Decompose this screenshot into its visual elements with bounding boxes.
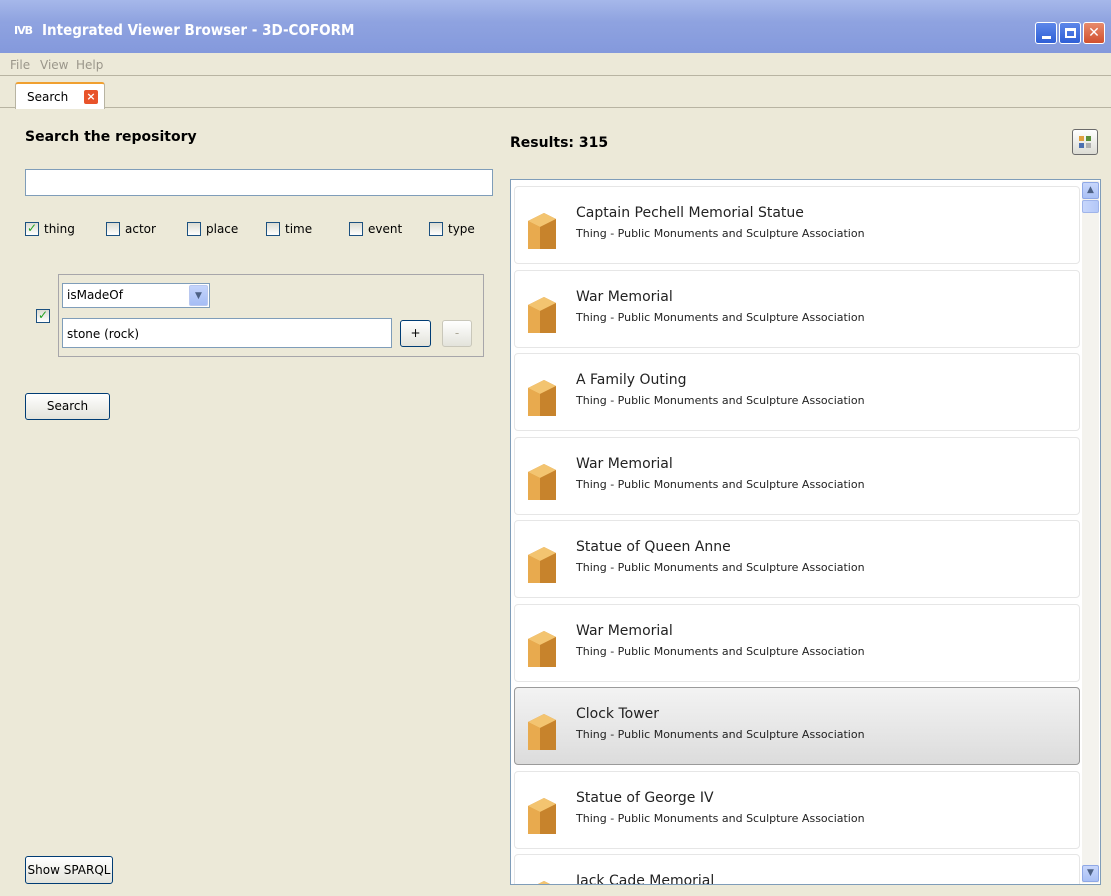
result-item[interactable]: War Memorial Thing - Public Monuments and… <box>514 269 1080 348</box>
time-label: time <box>285 222 313 236</box>
result-title: Captain Pechell Memorial Statue <box>576 205 804 221</box>
place-checkbox[interactable] <box>187 222 201 236</box>
result-item[interactable]: Jack Cade Memorial <box>514 854 1080 885</box>
type-checkbox[interactable] <box>429 222 443 236</box>
result-item[interactable]: Statue of Queen Anne Thing - Public Monum… <box>514 520 1080 598</box>
title-bar[interactable]: IVB Integrated Viewer Browser - 3D-COFOR… <box>0 0 1111 53</box>
cube-icon <box>528 714 556 750</box>
tab-search-label: Search <box>27 90 69 104</box>
cube-icon <box>528 630 556 667</box>
view-toggle-button[interactable] <box>1072 129 1098 155</box>
thing-label: thing <box>44 222 75 236</box>
result-title: War Memorial <box>576 622 673 639</box>
app-window: IVB Integrated Viewer Browser - 3D-COFOR… <box>0 0 1111 896</box>
maximize-icon <box>1064 28 1076 38</box>
result-title: Jack Cade Memorial <box>576 873 715 885</box>
result-title: Statue of George IV <box>576 789 714 806</box>
results-list[interactable]: Jack Cade Memorial Statue of George IV Thi… <box>510 179 1101 885</box>
time-checkbox[interactable] <box>266 222 280 236</box>
search-input[interactable] <box>25 169 493 196</box>
result-title: Statue of Queen Anne <box>576 539 731 555</box>
results-count: Results: 315 <box>510 135 609 151</box>
search-button[interactable]: Search <box>25 393 110 420</box>
menu-help[interactable]: Help <box>76 58 103 72</box>
cube-icon <box>528 380 556 416</box>
event-label: event <box>368 222 403 236</box>
result-item[interactable]: Clock Tower Thing - Public Monuments and … <box>514 687 1080 765</box>
result-subtitle: Thing - Public Monuments and Sculpture A… <box>576 811 865 825</box>
result-item[interactable]: A Family Outing Thing - Public Monuments … <box>514 353 1080 431</box>
thing-checkbox[interactable] <box>25 221 39 236</box>
condition-value-input[interactable]: stone (rock) <box>62 318 392 348</box>
condition-value-text: stone (rock) <box>67 327 140 341</box>
cube-icon <box>528 547 556 583</box>
place-label: place <box>206 222 239 236</box>
result-item[interactable]: War Memorial Thing - Public Monuments and… <box>514 603 1080 682</box>
result-subtitle: Thing - Public Monuments and Sculpture A… <box>576 394 865 407</box>
cube-icon <box>528 797 556 834</box>
cube-icon <box>528 463 556 500</box>
close-icon: ✕ <box>1088 25 1100 41</box>
window-title: Integrated Viewer Browser - 3D-COFORM <box>42 21 355 39</box>
type-label: type <box>448 222 475 236</box>
result-item[interactable]: War Memorial Thing - Public Monuments and… <box>514 436 1080 515</box>
chevron-down-icon[interactable]: ▼ <box>189 285 208 306</box>
result-item[interactable]: Statue of George IV Thing - Public Monume… <box>514 770 1080 849</box>
menu-file[interactable]: File <box>10 58 30 72</box>
tab-search[interactable]: Search × <box>15 82 105 109</box>
result-subtitle: Thing - Public Monuments and Sculpture A… <box>576 227 865 240</box>
show-sparql-button[interactable]: Show SPARQL <box>25 856 113 884</box>
result-title: War Memorial <box>576 288 673 305</box>
menu-bar: File View Help <box>0 53 1111 76</box>
result-subtitle: Thing - Public Monuments and Sculpture A… <box>576 644 865 658</box>
tab-close-icon[interactable]: × <box>84 90 98 104</box>
result-title: Clock Tower <box>576 706 660 722</box>
cube-icon <box>538 881 550 884</box>
search-heading: Search the repository <box>25 129 197 145</box>
property-select[interactable]: isMadeOf ▼ <box>62 283 210 308</box>
result-subtitle: Thing - Public Monuments and Sculpture A… <box>576 310 865 324</box>
actor-checkbox[interactable] <box>106 222 120 236</box>
result-title: War Memorial <box>576 455 673 472</box>
results-scrollbar[interactable]: ▲ ▼ <box>1082 181 1099 883</box>
actor-label: actor <box>125 222 156 236</box>
close-window-button[interactable]: ✕ <box>1083 22 1105 44</box>
maximize-button[interactable] <box>1059 22 1081 44</box>
result-subtitle: Thing - Public Monuments and Sculpture A… <box>576 728 865 741</box>
cube-icon <box>528 213 556 249</box>
result-item[interactable]: Captain Pechell Memorial Statue Thing - P… <box>514 186 1080 264</box>
property-select-value: isMadeOf <box>67 288 123 302</box>
add-condition-button[interactable]: + <box>400 320 431 347</box>
result-subtitle: Thing - Public Monuments and Sculpture A… <box>576 561 865 574</box>
result-subtitle: Thing - Public Monuments and Sculpture A… <box>576 477 865 491</box>
tab-strip: Search × <box>0 77 1111 109</box>
menu-view[interactable]: View <box>40 58 68 72</box>
condition-enabled-checkbox[interactable] <box>36 308 50 323</box>
minimize-icon <box>1041 35 1051 39</box>
remove-condition-button[interactable]: - <box>442 320 472 347</box>
cube-icon <box>528 296 556 333</box>
minimize-button[interactable] <box>1035 22 1057 44</box>
event-checkbox[interactable] <box>349 222 363 236</box>
scroll-down-icon[interactable]: ▼ <box>1082 865 1099 882</box>
scroll-up-icon[interactable]: ▲ <box>1082 182 1099 199</box>
result-title: A Family Outing <box>576 372 687 388</box>
app-logo-icon: IVB <box>14 24 33 37</box>
scroll-thumb[interactable] <box>1082 200 1099 213</box>
